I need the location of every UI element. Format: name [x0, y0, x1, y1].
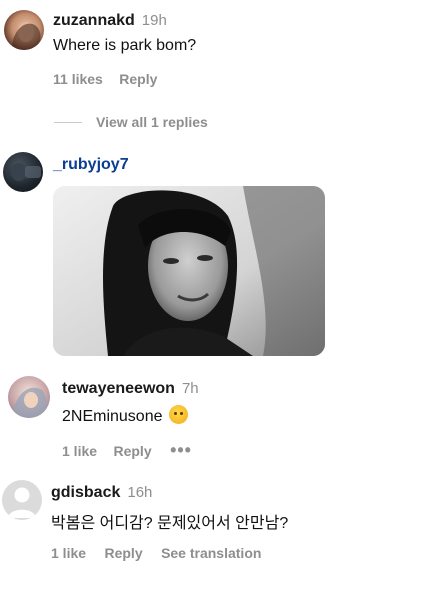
likes-count[interactable]: 1 like — [51, 545, 86, 561]
view-replies-button[interactable]: View all 1 replies — [96, 114, 208, 130]
comment-time: 7h — [181, 380, 199, 397]
avatar[interactable] — [3, 152, 43, 192]
comment-username[interactable]: gdisback — [51, 484, 120, 501]
likes-count[interactable]: 1 like — [62, 443, 97, 459]
hugging-face-emoji — [168, 405, 188, 424]
reply-button[interactable]: Reply — [119, 71, 157, 87]
comment-username[interactable]: tewayeneewon — [62, 380, 175, 397]
avatar[interactable] — [8, 376, 50, 418]
see-translation-button[interactable]: See translation — [161, 545, 261, 561]
comment-image[interactable] — [53, 186, 325, 356]
avatar-image — [11, 163, 41, 181]
reply-button[interactable]: Reply — [104, 545, 142, 561]
comment-time: 16h — [127, 484, 153, 501]
comment-time: 19h — [141, 12, 167, 29]
default-avatar-silhouette — [8, 487, 36, 518]
comment-text: 박봄은 어디감? 문제있어서 안만남? — [51, 515, 289, 532]
comment-text: 2NEminusone — [62, 408, 163, 425]
comment-username[interactable]: zuzannakd — [53, 12, 135, 29]
default-avatar-icon[interactable] — [2, 480, 42, 520]
avatar[interactable] — [4, 10, 44, 50]
avatar-image — [12, 22, 41, 50]
reply-button[interactable]: Reply — [113, 443, 151, 459]
more-options-icon[interactable]: ••• — [170, 440, 192, 460]
replies-divider — [54, 122, 82, 123]
likes-count[interactable]: 11 likes — [53, 71, 103, 87]
photo-content — [53, 186, 325, 356]
comment-text: Where is park bom? — [53, 37, 197, 54]
comment-username[interactable]: _rubyjoy7 — [53, 156, 129, 173]
avatar-image — [12, 387, 48, 418]
